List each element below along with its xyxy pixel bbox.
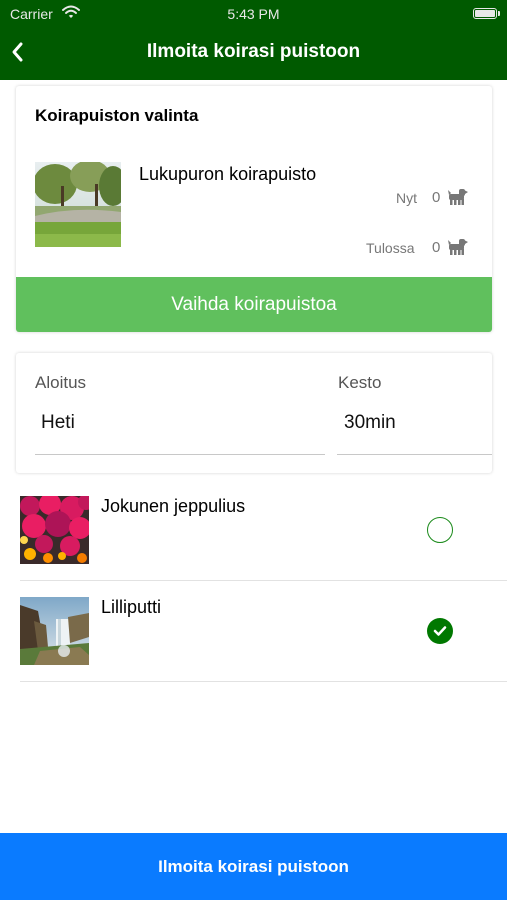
duration-field-underline bbox=[337, 454, 492, 455]
start-field-underline bbox=[35, 454, 325, 455]
dog-image bbox=[20, 597, 89, 665]
dog-icon bbox=[448, 189, 468, 205]
change-park-button[interactable]: Vaihda koirapuistoa bbox=[16, 277, 492, 332]
dog-name: Jokunen jeppulius bbox=[101, 496, 246, 516]
submit-button[interactable]: Ilmoita koirasi puistoon bbox=[0, 833, 507, 900]
dog-icon bbox=[448, 239, 468, 255]
coming-count: 0 bbox=[432, 239, 441, 256]
list-item[interactable]: Lilliputti bbox=[20, 581, 507, 682]
checkmark-icon bbox=[433, 626, 447, 636]
dog-image bbox=[20, 496, 89, 564]
duration-label: Kesto bbox=[338, 373, 382, 392]
now-count: 0 bbox=[432, 189, 441, 206]
park-selection-card: Koirapuiston valinta Lukupuron koirapuis… bbox=[16, 86, 492, 332]
battery-icon bbox=[473, 8, 500, 19]
park-name: Lukupuron koirapuisto bbox=[139, 164, 317, 184]
status-clock: 5:43 PM bbox=[227, 6, 280, 22]
start-field[interactable]: Heti bbox=[41, 412, 75, 434]
duration-field[interactable]: 30min bbox=[344, 412, 396, 434]
unselected-radio-icon[interactable] bbox=[427, 517, 453, 543]
selected-radio-icon[interactable] bbox=[427, 618, 453, 644]
start-label: Aloitus bbox=[35, 373, 87, 392]
nav-bar: Ilmoita koirasi puistoon bbox=[0, 28, 507, 78]
coming-label: Tulossa bbox=[366, 240, 415, 256]
app-header: Carrier 5:43 PM Ilmoita koirasi puistoon bbox=[0, 0, 507, 80]
list-item[interactable]: Jokunen jeppulius bbox=[20, 480, 507, 581]
time-selection-card: Aloitus Heti Kesto 30min bbox=[16, 353, 492, 473]
park-image bbox=[35, 162, 121, 247]
now-label: Nyt bbox=[396, 190, 417, 206]
page-title: Ilmoita koirasi puistoon bbox=[146, 41, 361, 62]
status-bar: Carrier 5:43 PM bbox=[0, 0, 507, 28]
dog-name: Lilliputti bbox=[101, 597, 162, 617]
park-card-title: Koirapuiston valinta bbox=[35, 106, 199, 125]
